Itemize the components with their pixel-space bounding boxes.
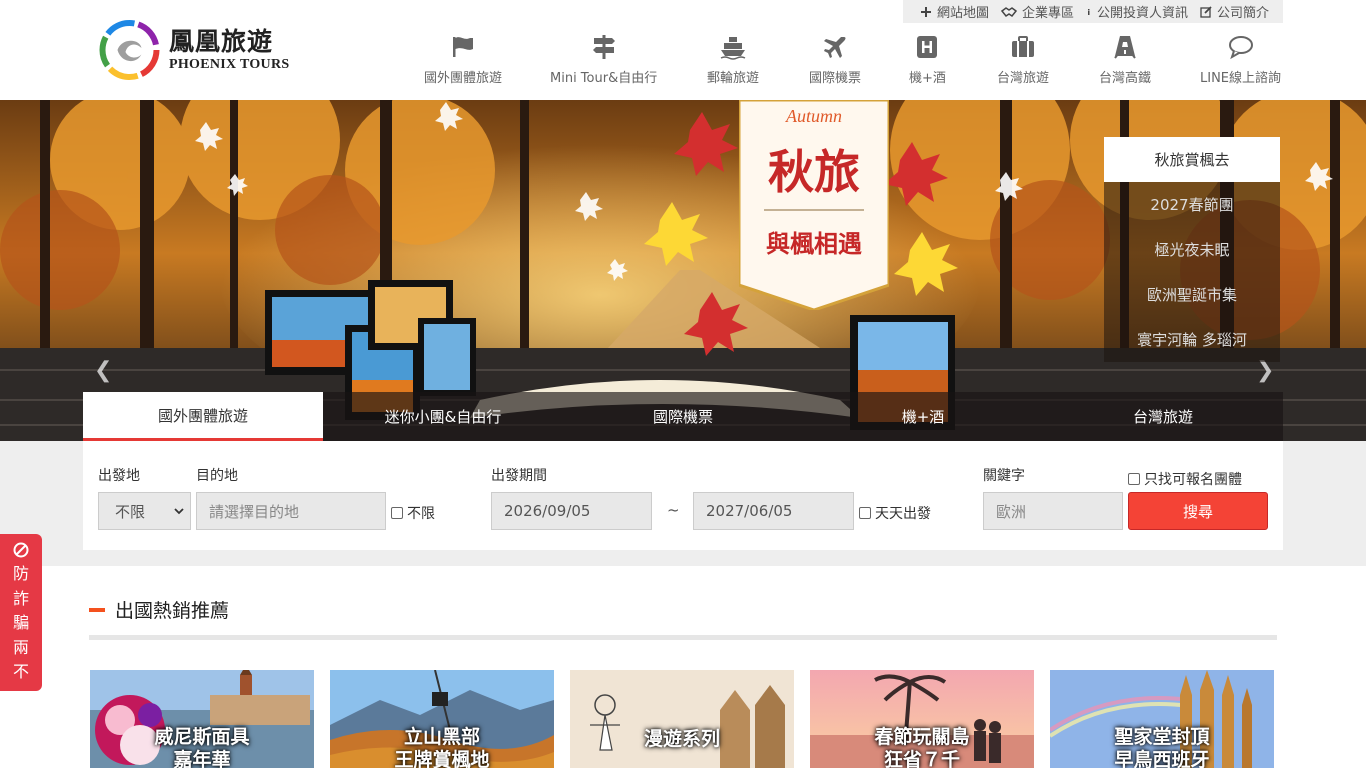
card-title: 威尼斯面具 嘉年華 xyxy=(154,726,250,768)
hero-slide-list: 秋旅賞楓去 2027春節團 極光夜未眠 歐洲聖誕市集 寰宇河輪 多瑙河 xyxy=(1104,137,1280,362)
chevron-down-icon xyxy=(174,508,184,515)
nav-taiwan-travel[interactable]: 台灣旅遊 xyxy=(997,34,1049,86)
slide-item[interactable]: 寰宇河輪 多瑙河 xyxy=(1104,317,1280,362)
edit-icon xyxy=(1200,5,1212,18)
badge-main-text: 秋旅 xyxy=(768,145,860,199)
only-open-checkbox[interactable]: 只找可報名團體 xyxy=(1128,469,1242,489)
destination-input[interactable]: 請選擇目的地 xyxy=(196,492,386,530)
nav-cruise[interactable]: 郵輪旅遊 xyxy=(707,34,759,86)
promo-card-guam[interactable]: 春節玩關島 狂省７千 xyxy=(810,670,1034,768)
signpost-icon xyxy=(592,35,615,59)
checkbox-icon xyxy=(391,507,403,519)
investor-link[interactable]: 公開投資人資訊 xyxy=(1086,2,1188,21)
date-separator: ~ xyxy=(667,501,680,519)
flag-icon xyxy=(453,37,473,57)
tab-group-tours[interactable]: 國外團體旅遊 xyxy=(83,392,323,441)
slide-item[interactable]: 2027春節團 xyxy=(1104,182,1280,227)
info-icon xyxy=(1087,8,1090,15)
nav-group-tours[interactable]: 國外團體旅遊 xyxy=(424,34,502,86)
search-tabs: 國外團體旅遊 迷你小團&自由行 國際機票 機+酒 台灣旅遊 xyxy=(83,392,1283,441)
date-to-input[interactable]: 2027/06/05 xyxy=(693,492,854,530)
prohibited-icon xyxy=(13,542,29,558)
section-title: 出國熱銷推薦 xyxy=(115,600,230,622)
train-icon xyxy=(1114,36,1136,59)
dest-label: 目的地 xyxy=(196,468,238,484)
wander-series-image xyxy=(570,670,794,768)
anti-fraud-tab[interactable]: 防 詐 騙 兩 不 xyxy=(0,534,42,691)
section-dash xyxy=(89,607,105,612)
nav-high-speed-rail[interactable]: 台灣高鐵 xyxy=(1099,34,1151,86)
slide-item[interactable]: 秋旅賞楓去 xyxy=(1104,137,1280,182)
keyword-label: 關鍵字 xyxy=(983,468,1025,484)
handshake-icon xyxy=(1000,6,1017,17)
daily-depart-checkbox[interactable]: 天天出發 xyxy=(859,503,931,523)
sitemap-link[interactable]: 網站地圖 xyxy=(920,2,989,21)
depart-select[interactable]: 不限 xyxy=(98,492,191,530)
checkbox-icon xyxy=(859,507,871,519)
slide-item[interactable]: 極光夜未眠 xyxy=(1104,227,1280,272)
depart-label: 出發地 xyxy=(98,468,140,484)
tab-flights[interactable]: 國際機票 xyxy=(563,392,803,441)
about-link[interactable]: 公司簡介 xyxy=(1200,2,1269,21)
badge-top-text: Autumn xyxy=(785,106,842,126)
chat-icon xyxy=(1228,36,1253,60)
promo-card-tateyama[interactable]: 立山黑部 王牌賞楓地 xyxy=(330,670,554,768)
promo-card-sagrada[interactable]: 聖家堂封頂 早鳥西班牙 xyxy=(1050,670,1274,768)
autumn-promo-badge: Autumn 秋旅 與楓相遇 xyxy=(739,100,889,310)
utility-bar: 網站地圖 企業專區 公開投資人資訊 公司簡介 xyxy=(903,0,1283,23)
slide-item[interactable]: 歐洲聖誕市集 xyxy=(1104,272,1280,317)
hero-prev-arrow[interactable]: ❮ xyxy=(94,358,112,383)
nav-mini-tour[interactable]: Mini Tour&自由行 xyxy=(550,34,657,86)
period-label: 出發期間 xyxy=(491,468,547,484)
card-title: 立山黑部 王牌賞楓地 xyxy=(394,726,490,768)
card-title: 聖家堂封頂 早鳥西班牙 xyxy=(1114,726,1210,768)
tab-taiwan-travel[interactable]: 台灣旅遊 xyxy=(1043,392,1283,441)
plane-icon xyxy=(824,37,846,58)
promo-card-wander[interactable]: 漫遊系列 xyxy=(570,670,794,768)
card-title: 春節玩關島 狂省７千 xyxy=(874,726,970,768)
tab-mini-tour[interactable]: 迷你小團&自由行 xyxy=(323,392,563,441)
enterprise-link[interactable]: 企業專區 xyxy=(1000,2,1074,21)
section-hot-picks: 出國熱銷推薦 xyxy=(89,596,229,623)
ship-icon xyxy=(720,37,746,60)
date-from-input[interactable]: 2026/09/05 xyxy=(491,492,652,530)
search-button[interactable]: 搜尋 xyxy=(1128,492,1268,530)
main-nav: 國外團體旅遊 Mini Tour&自由行 郵輪旅遊 國際機票 機+酒 台灣旅遊 … xyxy=(0,34,1366,90)
keyword-input[interactable]: 歐洲 xyxy=(983,492,1123,530)
suitcase-icon xyxy=(1012,36,1034,57)
dest-any-checkbox[interactable]: 不限 xyxy=(391,503,435,523)
promo-card-venice[interactable]: 威尼斯面具 嘉年華 xyxy=(90,670,314,768)
nav-flights[interactable]: 國際機票 xyxy=(809,34,861,86)
tab-flight-hotel[interactable]: 機+酒 xyxy=(803,392,1043,441)
nav-flight-hotel[interactable]: 機+酒 xyxy=(909,34,946,86)
card-title: 漫遊系列 xyxy=(643,728,720,750)
hotel-icon xyxy=(917,36,938,58)
section-divider xyxy=(89,635,1277,640)
badge-sub-text: 與楓相遇 xyxy=(766,229,862,258)
checkbox-icon xyxy=(1128,473,1140,485)
plus-icon xyxy=(920,6,931,17)
nav-line-chat[interactable]: LINE線上諮詢 xyxy=(1200,34,1281,86)
